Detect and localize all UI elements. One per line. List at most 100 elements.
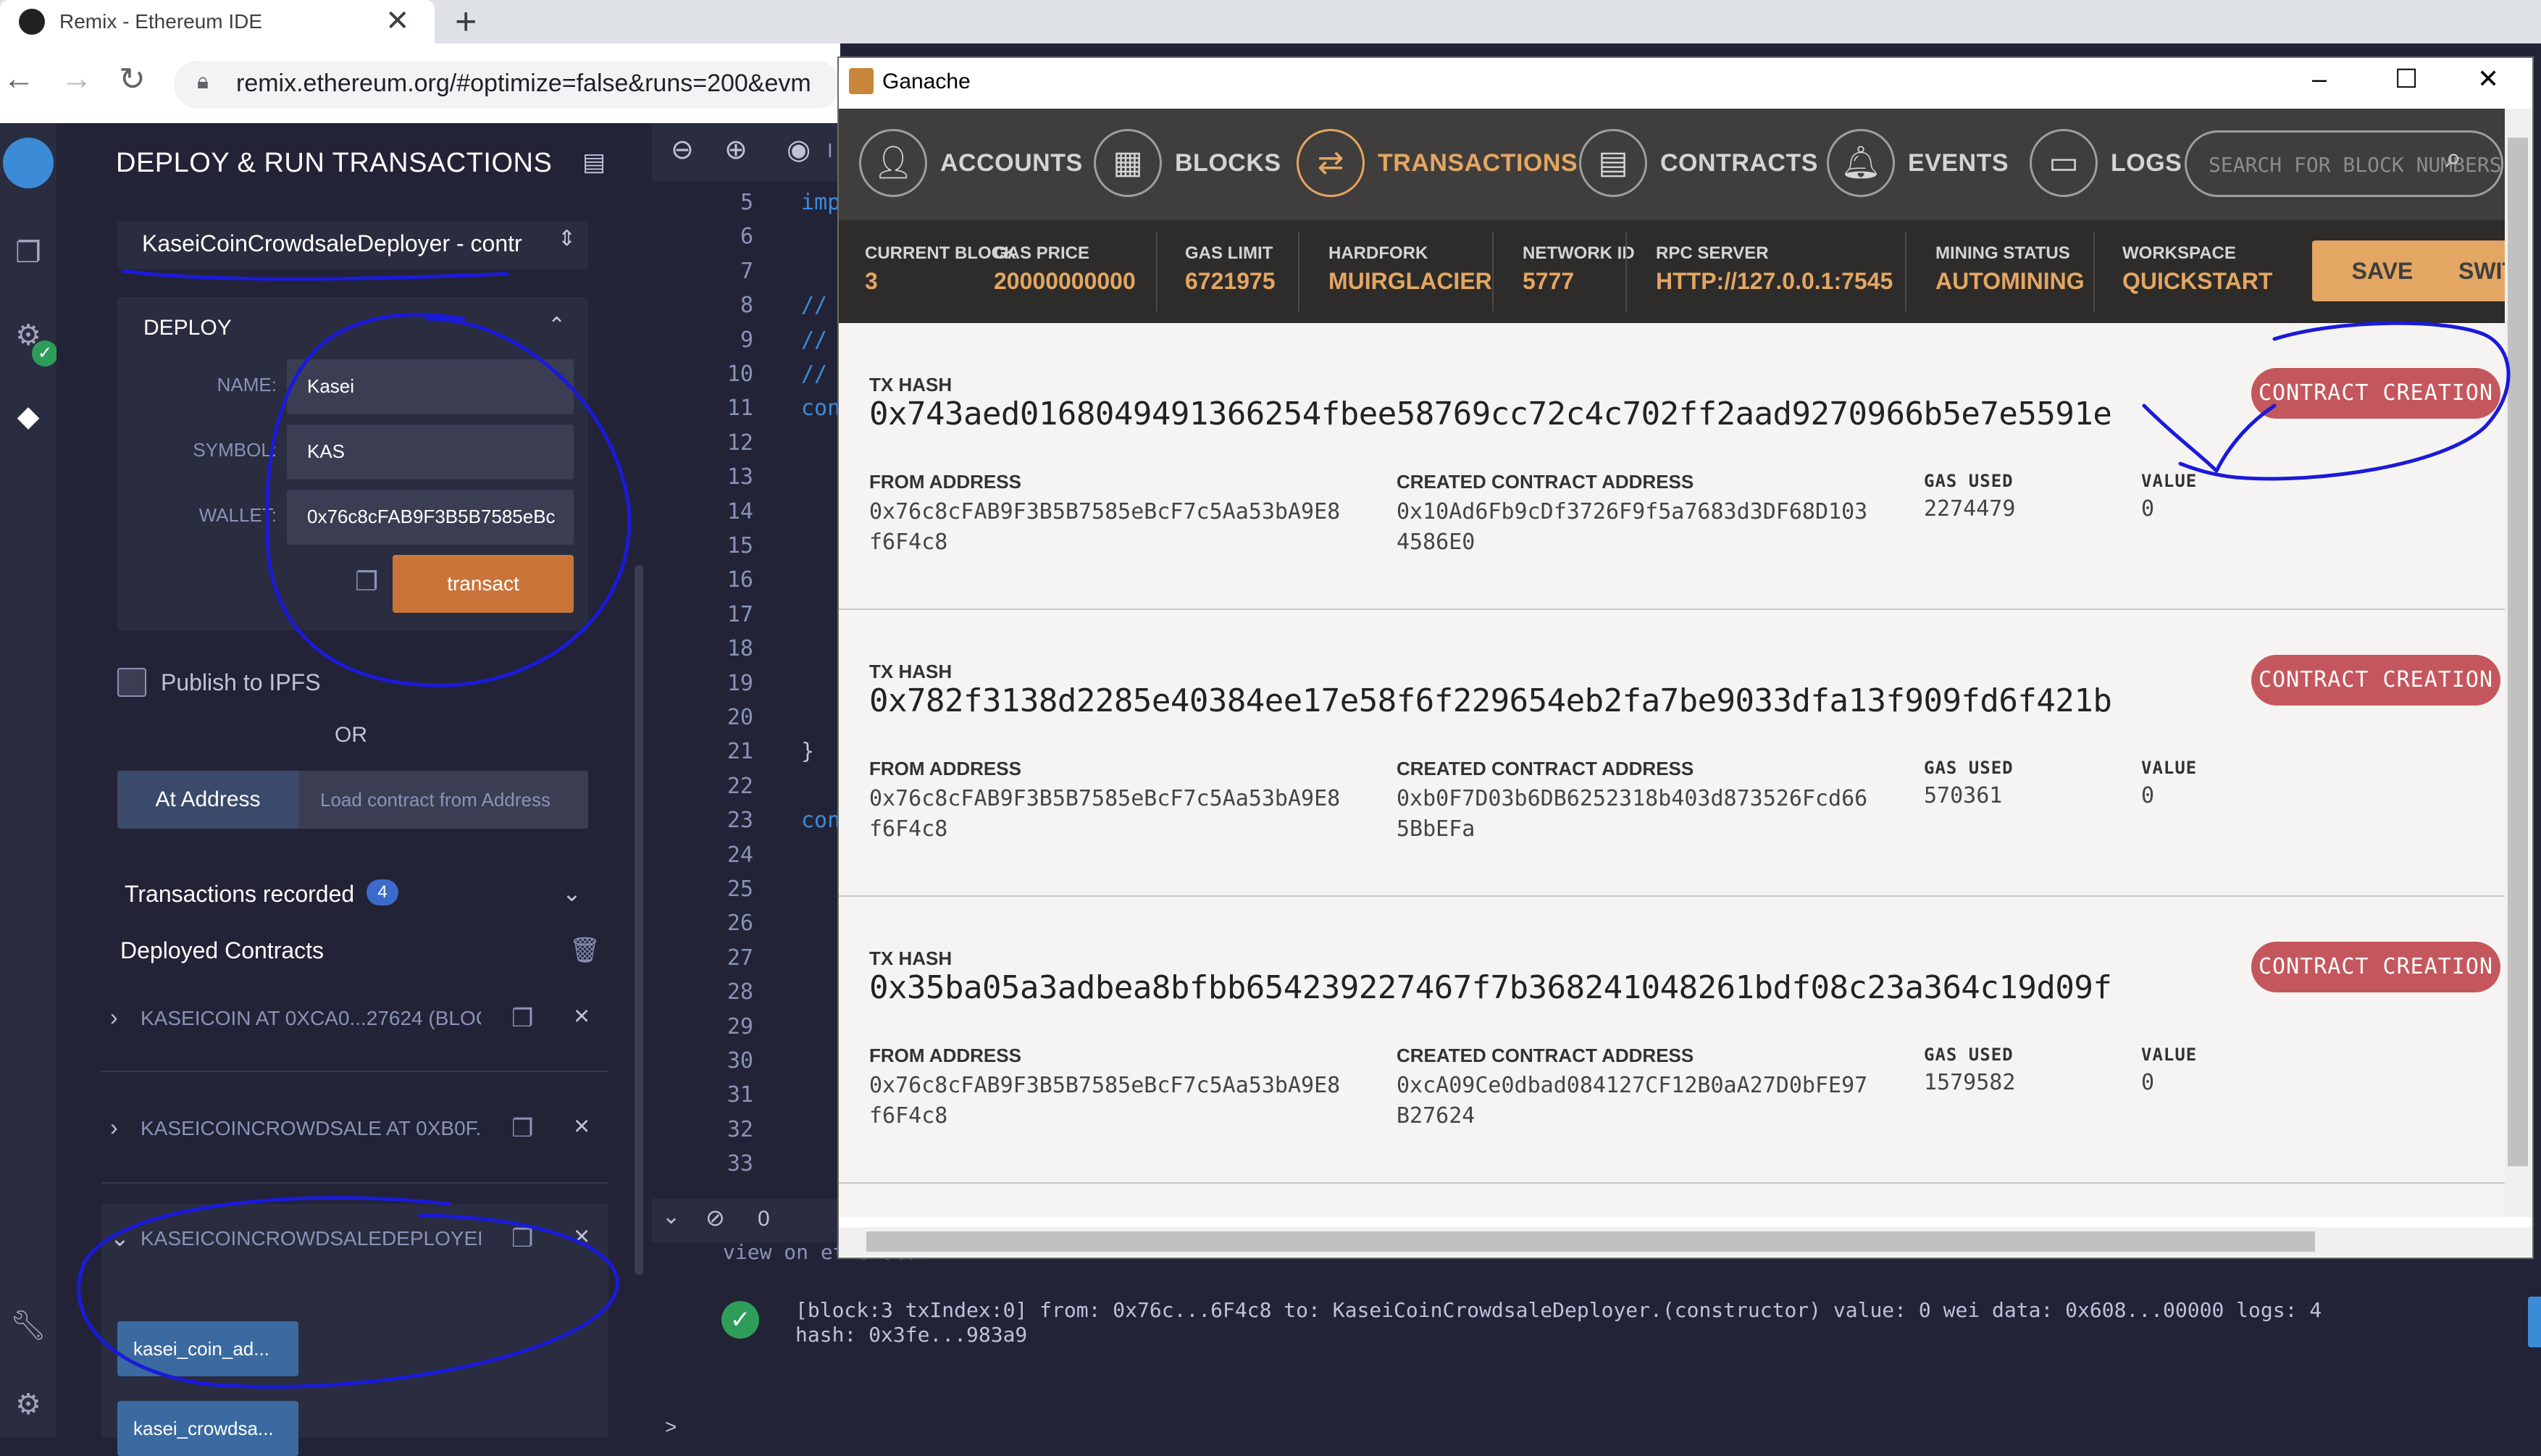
gas-used-label: GAS USED <box>1924 758 2014 778</box>
deploy-heading: DEPLOY <box>143 316 232 340</box>
back-icon[interactable]: ← <box>3 61 35 97</box>
horizontal-scroll-thumb[interactable] <box>866 1231 2315 1252</box>
stat-label: GAS LIMIT <box>1185 243 1273 263</box>
tx-success-icon: ✓ <box>721 1301 759 1339</box>
line-number: 23 <box>727 808 753 834</box>
panel-scrollbar[interactable] <box>635 565 643 1275</box>
stat-value: HTTP://127.0.0.1:7545 <box>1656 268 1893 294</box>
wallet-input[interactable]: 0x76c8cFAB9F3B5B7585eBc <box>287 490 574 545</box>
zoom-out-icon[interactable]: ⊖ <box>671 133 694 166</box>
gas-used: 1579582 <box>1924 1070 2016 1095</box>
remix-logo-icon[interactable] <box>3 138 54 188</box>
transaction-row[interactable]: TX HASH 0x35ba05a3adbea8bfbb654239227467f… <box>839 897 2505 1184</box>
terminal-prompt[interactable]: > <box>665 1415 677 1439</box>
vertical-scroll-thumb[interactable] <box>2508 138 2528 1166</box>
save-button[interactable]: SAVE <box>2312 240 2453 301</box>
url-text[interactable]: remix.ethereum.org/#optimize=false&runs=… <box>236 70 811 98</box>
kasei-crowdsale-address-button[interactable]: kasei_crowdsa... <box>117 1401 298 1456</box>
chevron-up-icon[interactable]: ⌃ <box>548 313 566 338</box>
forward-icon[interactable]: → <box>61 61 93 97</box>
deployed-instance[interactable]: ⌄ KASEICOINCROWDSALEDEPLOYER A ❐ × <box>101 1211 608 1269</box>
chevron-right-icon[interactable]: › <box>110 1114 118 1141</box>
search-icon[interactable]: ⌕ <box>2445 142 2461 175</box>
code-fragment: // <box>801 293 828 319</box>
home-icon[interactable]: ◉ <box>787 133 811 166</box>
plugin-manager-icon[interactable]: 🔧︎ <box>7 1308 49 1350</box>
line-number: 19 <box>727 670 753 696</box>
deploy-run-icon[interactable]: ◆ <box>7 400 49 442</box>
gas-used: 2274479 <box>1924 496 2016 522</box>
ganache-logo-icon <box>849 68 874 94</box>
clear-console-icon[interactable]: ⊘ <box>706 1204 725 1231</box>
compile-success-icon: ✓ <box>32 340 58 367</box>
close-icon[interactable]: × <box>574 1111 590 1142</box>
zoom-in-icon[interactable]: ⊕ <box>724 133 748 166</box>
chevron-down-icon[interactable]: ⌄ <box>110 1224 130 1252</box>
chevron-right-icon[interactable]: › <box>110 1004 118 1031</box>
status-workspace: WORKSPACE QUICKSTART <box>2122 243 2272 295</box>
stat-label: GAS PRICE <box>994 243 1090 263</box>
line-number: 9 <box>740 327 753 353</box>
collapse-terminal-icon[interactable]: ⌄ <box>662 1204 680 1229</box>
transact-button[interactable]: transact <box>393 555 574 613</box>
copy-calldata-icon[interactable]: ❐ <box>355 566 378 597</box>
tx-hash: 0x782f3138d2285e40384ee17e58f6f229654eb2… <box>869 682 2112 719</box>
remix-favicon-icon <box>19 9 45 35</box>
gas-used: 570361 <box>1924 783 2003 808</box>
minimize-icon[interactable]: – <box>2312 64 2327 94</box>
transaction-row[interactable]: TX HASH 0x782f3138d2285e40384ee17e58f6f22… <box>839 610 2505 897</box>
line-number: 30 <box>727 1048 753 1074</box>
symbol-field-label: SYMBOL: <box>193 439 277 461</box>
nav-label: ACCOUNTS <box>940 149 1083 177</box>
chevron-down-icon[interactable]: ⌄ <box>562 879 582 907</box>
switch-button[interactable]: SWITCH <box>2437 240 2509 301</box>
side-tab-button[interactable] <box>2528 1297 2541 1347</box>
copy-icon[interactable]: ❐ <box>511 1114 533 1143</box>
tab-close-icon[interactable]: ✕ <box>385 4 410 38</box>
publish-ipfs-label: Publish to IPFS <box>161 669 321 695</box>
publish-ipfs-checkbox[interactable] <box>117 668 146 697</box>
name-input[interactable]: Kasei <box>287 359 574 414</box>
kasei-coin-address-button[interactable]: kasei_coin_ad... <box>117 1321 298 1376</box>
divider <box>1905 232 1906 311</box>
file-explorer-icon[interactable]: ❐ <box>7 236 49 278</box>
editor-tab-partial[interactable]: I <box>827 139 833 162</box>
transactions-recorded-label[interactable]: Transactions recorded <box>125 881 354 908</box>
window-close-icon[interactable]: ✕ <box>2477 64 2499 94</box>
symbol-input[interactable]: KAS <box>287 424 574 480</box>
line-number: 7 <box>740 258 753 284</box>
instance-label: KASEICOINCROWDSALE AT 0XB0F...E <box>141 1117 481 1139</box>
contracts-icon: ▤ <box>1579 129 1647 197</box>
copy-icon[interactable]: ❐ <box>511 1224 533 1253</box>
deployed-instance[interactable]: › KASEICOIN AT 0XCA0...27624 (BLOCK ❐ × <box>101 991 608 1049</box>
documentation-icon[interactable]: ▤ <box>582 148 606 177</box>
new-tab-button[interactable]: + <box>455 0 477 43</box>
line-number: 20 <box>727 705 753 730</box>
created-contract-address-cont: B27624 <box>1397 1103 1475 1129</box>
load-address-input[interactable]: Load contract from Address <box>298 771 588 829</box>
line-number: 26 <box>727 911 753 937</box>
deployed-instance[interactable]: › KASEICOINCROWDSALE AT 0XB0F...E ❐ × <box>101 1101 608 1159</box>
divider <box>2093 232 2095 311</box>
close-icon[interactable]: × <box>574 1221 590 1252</box>
trash-icon[interactable]: 🗑︎ <box>569 936 600 965</box>
copy-icon[interactable]: ❐ <box>511 1004 533 1033</box>
at-address-button[interactable]: At Address <box>117 771 298 829</box>
stat-label: MINING STATUS <box>1935 243 2070 263</box>
line-number: 28 <box>727 979 753 1005</box>
transaction-row[interactable]: TX HASH 0x743aed0168049491366254fbee58769… <box>839 323 2505 610</box>
settings-gear-icon[interactable]: ⚙ <box>7 1388 49 1430</box>
close-icon[interactable]: × <box>574 1001 590 1032</box>
created-contract-address: 0x10Ad6Fb9cDf3726F9f5a7683d3DF68D103 <box>1397 499 1868 524</box>
value-label: VALUE <box>2141 758 2198 778</box>
line-number: 15 <box>727 533 753 558</box>
reload-icon[interactable]: ↻ <box>119 61 146 98</box>
from-address-cont: f6F4c8 <box>869 1103 948 1129</box>
contract-select[interactable]: KaseiCoinCrowdsaleDeployer - contr <box>117 222 588 269</box>
line-number: 18 <box>727 636 753 662</box>
divider <box>1298 232 1299 311</box>
status-gas-limit: GAS LIMIT 6721975 <box>1185 243 1276 295</box>
wallet-field-label: WALLET: <box>198 504 277 526</box>
terminal-tx-line[interactable]: [block:3 txIndex:0] from: 0x76c...6F4c8 … <box>795 1298 2322 1322</box>
maximize-icon[interactable]: ☐ <box>2395 64 2418 94</box>
